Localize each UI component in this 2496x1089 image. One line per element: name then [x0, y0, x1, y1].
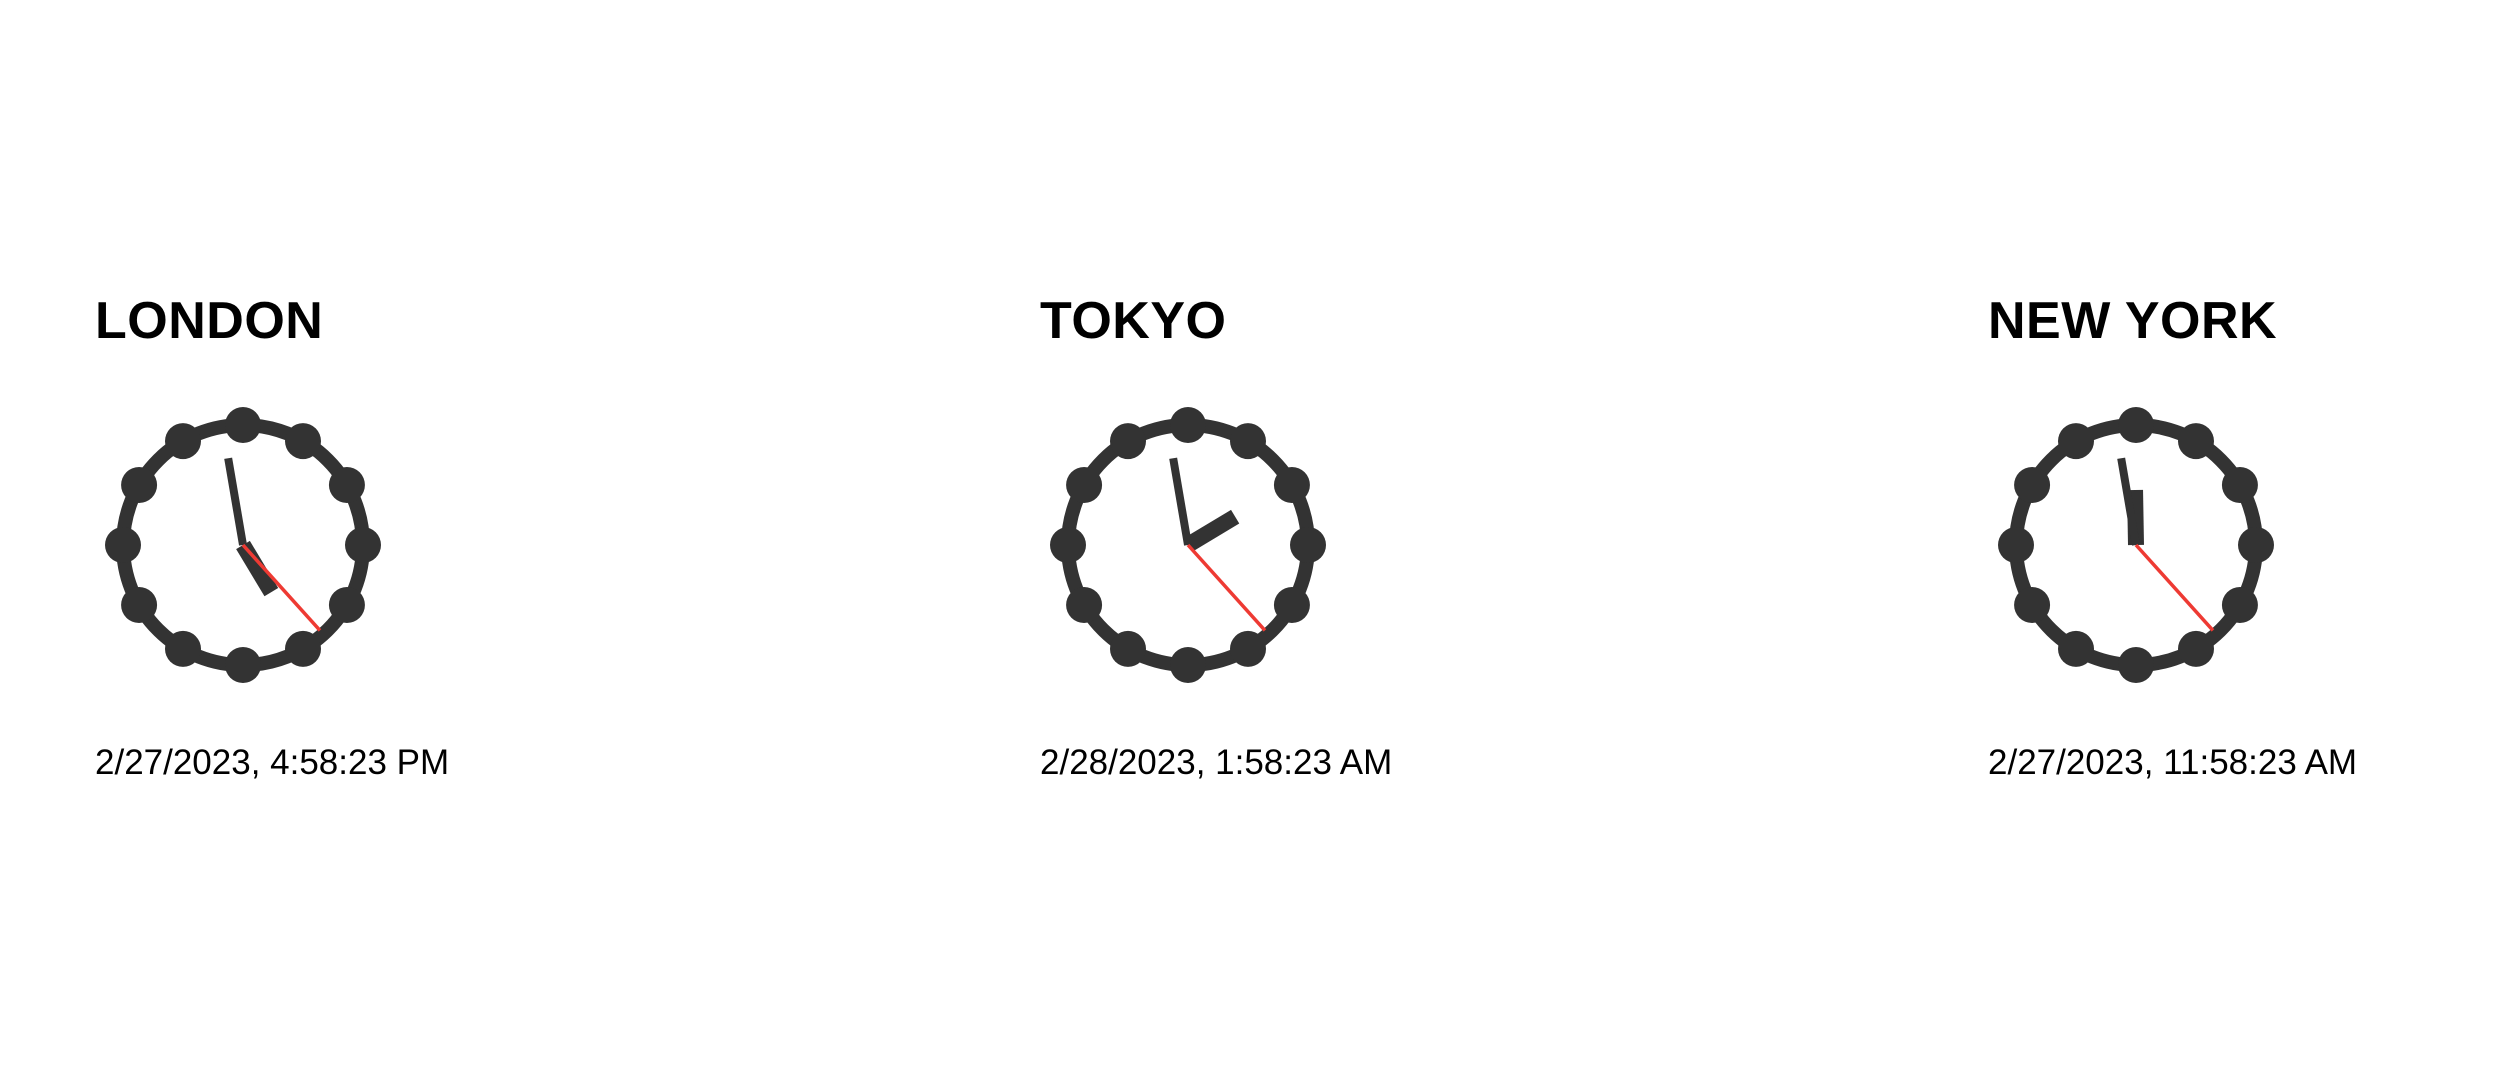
analog-clock-london — [105, 407, 381, 683]
hour-marker — [1110, 423, 1146, 460]
hour-marker — [2118, 647, 2154, 683]
hour-marker — [2058, 423, 2094, 460]
hour-marker — [2221, 587, 2258, 623]
hour-marker — [2058, 630, 2094, 667]
hour-marker — [225, 647, 261, 683]
hour-marker — [165, 630, 201, 667]
second-hand — [241, 543, 322, 632]
hour-marker — [165, 423, 201, 460]
hour-marker — [1066, 587, 1103, 623]
city-name: TOKYO — [1040, 292, 1227, 350]
hour-marker — [105, 527, 141, 563]
clock-panel-new-york: NEW YORK 2/27/2023, 11:58:23 AM — [1988, 290, 2496, 782]
hour-marker — [121, 467, 158, 503]
hour-marker — [1998, 527, 2034, 563]
hour-marker — [1273, 467, 1310, 503]
hour-marker — [328, 467, 365, 503]
hour-marker — [2014, 467, 2051, 503]
clock-datetime: 2/27/2023, 11:58:23 AM — [1988, 743, 2358, 782]
hour-marker — [328, 587, 365, 623]
hour-marker — [345, 527, 381, 563]
hour-marker — [285, 423, 321, 460]
hour-marker — [1170, 647, 1206, 683]
clock-panel-tokyo: TOKYO 2/28/2023, 1:58:23 AM — [1040, 290, 1600, 782]
hour-marker — [2014, 587, 2051, 623]
hour-marker — [2118, 407, 2154, 443]
second-hand — [1186, 543, 1267, 632]
hour-marker — [225, 407, 261, 443]
hour-marker — [1066, 467, 1103, 503]
minute-hand — [1169, 457, 1192, 546]
clock-datetime: 2/28/2023, 1:58:23 AM — [1040, 743, 1393, 782]
clock-panel-london: LONDON 2/27/2023, 4:58:23 PM — [95, 290, 655, 782]
hour-marker — [1290, 527, 1326, 563]
hour-hand — [1183, 509, 1240, 552]
city-name: LONDON — [95, 292, 324, 350]
hour-marker — [1230, 423, 1266, 460]
hour-marker — [2178, 630, 2214, 667]
city-name: NEW YORK — [1988, 292, 2278, 350]
hour-marker — [1110, 630, 1146, 667]
hour-marker — [1050, 527, 1086, 563]
hour-marker — [1230, 630, 1266, 667]
analog-clock-new-york — [1998, 407, 2274, 683]
hour-marker — [1170, 407, 1206, 443]
hour-marker — [2221, 467, 2258, 503]
hour-marker — [121, 587, 158, 623]
second-hand — [2134, 543, 2215, 632]
analog-clock-tokyo — [1050, 407, 1326, 683]
hour-marker — [2238, 527, 2274, 563]
hour-marker — [2178, 423, 2214, 460]
minute-hand — [224, 457, 247, 546]
clock-datetime: 2/27/2023, 4:58:23 PM — [95, 743, 450, 782]
hour-marker — [1273, 587, 1310, 623]
hour-marker — [285, 630, 321, 667]
